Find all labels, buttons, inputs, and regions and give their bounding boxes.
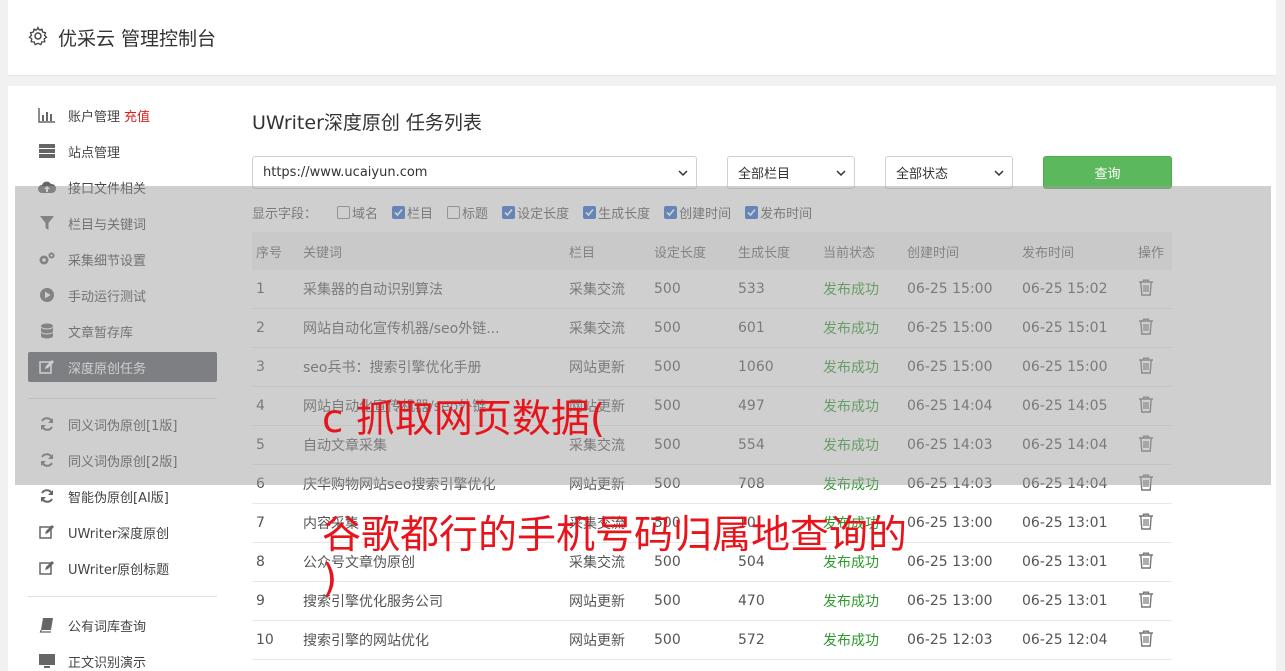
sidebar-item-label: 站点管理 (68, 145, 121, 161)
book-icon (38, 616, 56, 634)
trash-icon (1139, 552, 1153, 569)
sidebar-item-uwriter-deep[interactable]: UWriter深度原创 (28, 517, 217, 547)
table-row: 9 搜索引擎优化服务公司 网站更新 500 470 发布成功 06-25 13:00 06-2… (252, 582, 1172, 621)
sidebar-item-label: 智能伪原创[AI版] (68, 490, 169, 506)
table-row: 10 搜索引擎的网站优化 网站更新 500 572 发布成功 06-25 12:03 06-2… (252, 621, 1172, 660)
refresh-icon (38, 487, 56, 505)
sidebar-item-text-recognition-demo[interactable]: 正文识别演示 (28, 646, 217, 671)
column-select[interactable]: 全部栏目 (727, 156, 855, 189)
status-select-value: 全部状态 (896, 167, 949, 182)
page-title: UWriter深度原创 任务列表 (252, 112, 482, 134)
bar-chart-icon (38, 106, 56, 124)
monitor-icon (38, 652, 56, 670)
query-button[interactable]: 查询 (1043, 156, 1172, 189)
row-index: 10 (256, 632, 274, 648)
server-icon (38, 142, 56, 160)
site-select[interactable]: https://www.ucaiyun.com (252, 156, 697, 189)
site-select-value: https://www.ucaiyun.com (263, 165, 428, 180)
app-title: 优采云 管理控制台 (58, 28, 217, 50)
sidebar-item-label: 账户管理 (68, 109, 121, 125)
chevron-down-icon (836, 170, 846, 177)
row-keyword: 搜索引擎的网站优化 (303, 633, 429, 649)
sidebar-item-sites[interactable]: 站点管理 (28, 136, 217, 166)
edit-icon (38, 559, 56, 577)
top-bar: 优采云 管理控制台 (8, 0, 1276, 76)
chevron-down-icon (678, 170, 688, 177)
sidebar-item-label: 正文识别演示 (68, 655, 147, 671)
row-status: 发布成功 (823, 594, 879, 610)
delete-button[interactable] (1138, 552, 1172, 573)
row-index: 7 (256, 515, 265, 531)
delete-button[interactable] (1138, 513, 1172, 534)
row-index: 9 (256, 593, 265, 609)
watermark-line-1: c 抓取网页数据( (322, 397, 606, 442)
gray-overlay-band (15, 186, 1271, 485)
row-published-time: 06-25 13:01 (1022, 593, 1108, 609)
row-published-time: 06-25 13:01 (1022, 515, 1108, 531)
sidebar-item-account[interactable]: 账户管理 充值 (28, 100, 217, 130)
row-set-length: 500 (654, 593, 681, 609)
row-index: 8 (256, 554, 265, 570)
row-keyword: 搜索引擎优化服务公司 (303, 594, 443, 610)
sidebar-item-public-thesaurus[interactable]: 公有词库查询 (28, 610, 217, 640)
row-gen-length: 572 (738, 632, 765, 648)
row-status: 发布成功 (823, 633, 879, 649)
sidebar-item-ai-rewrite[interactable]: 智能伪原创[AI版] (28, 481, 217, 511)
row-created-time: 06-25 13:00 (907, 554, 993, 570)
delete-button[interactable] (1138, 630, 1172, 651)
sidebar-item-uwriter-title[interactable]: UWriter原创标题 (28, 553, 217, 583)
row-published-time: 06-25 12:04 (1022, 632, 1108, 648)
status-select[interactable]: 全部状态 (885, 156, 1013, 189)
column-select-value: 全部栏目 (738, 167, 791, 182)
gear-icon (28, 26, 48, 46)
row-created-time: 06-25 13:00 (907, 593, 993, 609)
row-gen-length: 470 (738, 593, 765, 609)
row-published-time: 06-25 13:01 (1022, 554, 1108, 570)
delete-button[interactable] (1138, 591, 1172, 612)
sidebar-item-label: 公有词库查询 (68, 619, 147, 635)
watermark-line-2: 谷歌都行的手机号码归属地查询的 (322, 513, 908, 558)
trash-icon (1139, 630, 1153, 647)
row-column: 网站更新 (569, 594, 625, 610)
sidebar-item-label: UWriter原创标题 (68, 562, 170, 578)
trash-icon (1139, 513, 1153, 530)
trash-icon (1139, 591, 1153, 608)
recharge-link[interactable]: 充值 (124, 106, 150, 125)
sidebar-divider (28, 596, 217, 597)
row-created-time: 06-25 12:03 (907, 632, 993, 648)
sidebar-item-label: UWriter深度原创 (68, 526, 170, 542)
chevron-down-icon (994, 170, 1004, 177)
edit-icon (38, 523, 56, 541)
row-set-length: 500 (654, 632, 681, 648)
watermark-line-3: ) (322, 557, 338, 602)
row-column: 网站更新 (569, 633, 625, 649)
row-created-time: 06-25 13:00 (907, 515, 993, 531)
